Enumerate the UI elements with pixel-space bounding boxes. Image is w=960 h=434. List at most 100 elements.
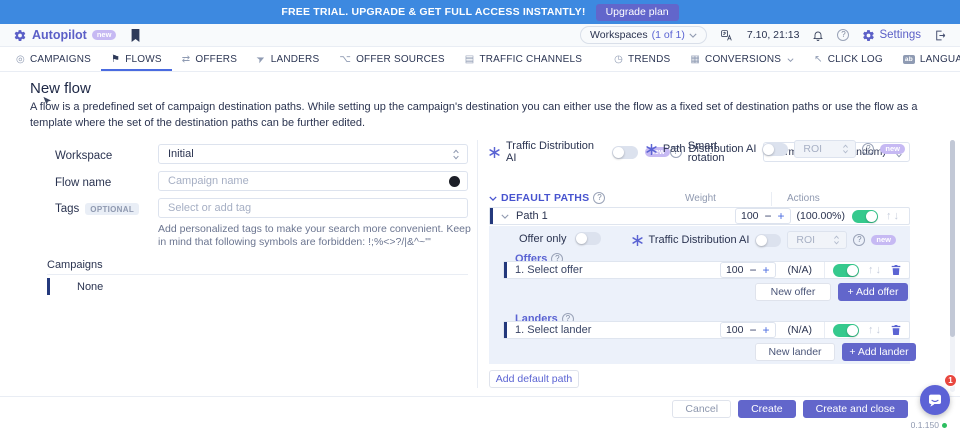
lander-buttons: New lander + Add lander bbox=[755, 343, 916, 361]
workspaces-selector[interactable]: Workspaces (1 of 1) bbox=[580, 26, 707, 44]
create-and-close-button[interactable]: Create and close bbox=[803, 400, 908, 418]
workspace-select[interactable]: Initial bbox=[158, 144, 468, 164]
paths-panel: Traffic Distribution AI new ? Smart rota… bbox=[489, 140, 910, 390]
tab-offer-sources[interactable]: ⌥OFFER SOURCES bbox=[329, 48, 454, 71]
path-name: Path 1 bbox=[516, 210, 548, 222]
tab-trends[interactable]: ◷TRENDS bbox=[604, 48, 680, 71]
path-row-bar bbox=[490, 208, 493, 224]
minus-button[interactable]: − bbox=[749, 324, 756, 336]
lander-weight-value[interactable]: 100 bbox=[726, 324, 744, 336]
offer-name[interactable]: 1. Select offer bbox=[515, 264, 583, 276]
help-icon[interactable]: ? bbox=[593, 192, 605, 204]
default-paths-title-group[interactable]: DEFAULT PATHS ? bbox=[489, 192, 605, 204]
column-divider bbox=[771, 192, 772, 206]
plus-button[interactable]: + bbox=[762, 324, 769, 336]
campaigns-row-bar bbox=[47, 278, 50, 295]
app-root: FREE TRIAL. UPGRADE & GET FULL ACCESS IN… bbox=[0, 0, 960, 434]
offers-icon: ⇄ bbox=[182, 55, 191, 65]
workspaces-label: Workspaces bbox=[590, 29, 648, 41]
trash-icon[interactable] bbox=[891, 324, 901, 336]
bell-icon[interactable] bbox=[812, 29, 824, 42]
ai-sparkle-icon bbox=[646, 144, 657, 155]
header-left: Autopilot new bbox=[13, 28, 141, 42]
lander-share: (N/A) bbox=[788, 324, 813, 336]
cell-divider bbox=[824, 262, 825, 278]
upgrade-plan-button[interactable]: Upgrade plan bbox=[596, 4, 679, 21]
offer-only-toggle[interactable] bbox=[575, 232, 601, 245]
chevron-down-icon bbox=[689, 33, 697, 38]
settings-group[interactable]: Settings bbox=[862, 29, 921, 42]
move-up-button[interactable]: ↑ bbox=[868, 325, 874, 336]
minus-button[interactable]: − bbox=[765, 210, 772, 222]
offer-buttons: New offer + Add offer bbox=[755, 283, 908, 301]
tab-languages[interactable]: abLANGUAGES bbox=[893, 48, 960, 71]
new-offer-button[interactable]: New offer bbox=[755, 283, 831, 301]
conversions-icon: ▦ bbox=[690, 55, 700, 65]
tab-landers[interactable]: ➤LANDERS bbox=[247, 48, 329, 71]
offer-enabled-toggle[interactable] bbox=[833, 264, 859, 277]
bookmark-icon[interactable] bbox=[130, 29, 141, 42]
lander-row[interactable]: 1. Select lander 100 − + (N/A) ↑ ↓ bbox=[503, 321, 910, 339]
traffic-ai-toggle[interactable] bbox=[612, 146, 638, 159]
chevron-down-icon[interactable] bbox=[501, 214, 509, 219]
path-traffic-ai-metric-select[interactable]: ROI bbox=[787, 231, 847, 249]
offer-share: (N/A) bbox=[788, 264, 813, 276]
traffic-ai-label: Traffic Distribution AI bbox=[506, 140, 606, 164]
create-button[interactable]: Create bbox=[738, 400, 796, 418]
add-lander-button[interactable]: + Add lander bbox=[842, 343, 916, 361]
tab-traffic-channels[interactable]: ▤TRAFFIC CHANNELS bbox=[455, 48, 592, 71]
move-down-button[interactable]: ↓ bbox=[876, 265, 882, 276]
gear-icon bbox=[862, 29, 875, 42]
path-weight-value[interactable]: 100 bbox=[741, 210, 759, 222]
path-row[interactable]: Path 1 100 − + (100.00%) ↑ ↓ bbox=[489, 207, 910, 225]
new-lander-button[interactable]: New lander bbox=[755, 343, 835, 361]
new-badge: new bbox=[880, 144, 905, 155]
new-badge: new bbox=[871, 235, 896, 246]
settings-label: Settings bbox=[879, 29, 921, 41]
workspaces-count: (1 of 1) bbox=[652, 29, 685, 41]
scrollbar-thumb[interactable] bbox=[950, 140, 955, 337]
help-icon[interactable]: ? bbox=[837, 29, 849, 41]
chat-icon bbox=[927, 392, 943, 408]
lander-enabled-toggle[interactable] bbox=[833, 324, 859, 337]
tab-offers[interactable]: ⇄OFFERS bbox=[172, 48, 247, 71]
campaigns-divider bbox=[47, 274, 468, 275]
chat-launcher[interactable] bbox=[920, 385, 950, 415]
trash-icon[interactable] bbox=[891, 264, 901, 276]
translate-icon[interactable] bbox=[720, 29, 734, 42]
add-offer-button[interactable]: + Add offer bbox=[838, 283, 908, 301]
tags-input[interactable] bbox=[158, 198, 468, 218]
offer-sources-icon: ⌥ bbox=[339, 55, 351, 65]
minus-button[interactable]: − bbox=[749, 264, 756, 276]
click-log-icon: ↖ bbox=[814, 55, 823, 65]
app-logo[interactable]: Autopilot bbox=[32, 28, 87, 42]
move-down-button[interactable]: ↓ bbox=[876, 325, 882, 336]
add-default-path-button[interactable]: Add default path bbox=[489, 370, 579, 388]
chat-unread-badge: 1 bbox=[944, 374, 957, 387]
path-ai-metric-select[interactable]: ROI bbox=[794, 140, 856, 158]
path-enabled-toggle[interactable] bbox=[852, 210, 878, 223]
move-up-button[interactable]: ↑ bbox=[868, 265, 874, 276]
path-ai-toggle[interactable] bbox=[762, 143, 788, 156]
move-down-button[interactable]: ↓ bbox=[894, 211, 900, 222]
path-traffic-ai-toggle[interactable] bbox=[755, 234, 781, 247]
move-up-button[interactable]: ↑ bbox=[886, 211, 892, 222]
plus-button[interactable]: + bbox=[762, 264, 769, 276]
tab-conversions[interactable]: ▦CONVERSIONS bbox=[680, 48, 804, 71]
help-icon[interactable]: ? bbox=[853, 234, 865, 246]
app-header: Autopilot new Workspaces (1 of 1) 7.10, … bbox=[0, 24, 960, 47]
plus-button[interactable]: + bbox=[778, 210, 785, 222]
tab-flows[interactable]: ⚑FLOWS bbox=[101, 48, 172, 71]
default-paths-title: DEFAULT PATHS bbox=[501, 192, 589, 204]
offer-row[interactable]: 1. Select offer 100 − + (N/A) ↑ ↓ bbox=[503, 261, 910, 279]
help-icon[interactable]: ? bbox=[862, 143, 874, 155]
lander-name[interactable]: 1. Select lander bbox=[515, 324, 591, 336]
tab-click-log[interactable]: ↖CLICK LOG bbox=[804, 48, 893, 71]
flow-name-input[interactable] bbox=[158, 171, 468, 191]
offer-weight-value[interactable]: 100 bbox=[726, 264, 744, 276]
color-dot[interactable] bbox=[449, 176, 460, 187]
campaigns-label: Campaigns bbox=[47, 259, 103, 271]
tab-campaigns[interactable]: ◎CAMPAIGNS bbox=[6, 48, 101, 71]
cancel-button[interactable]: Cancel bbox=[672, 400, 731, 418]
sign-out-icon[interactable] bbox=[934, 29, 947, 42]
